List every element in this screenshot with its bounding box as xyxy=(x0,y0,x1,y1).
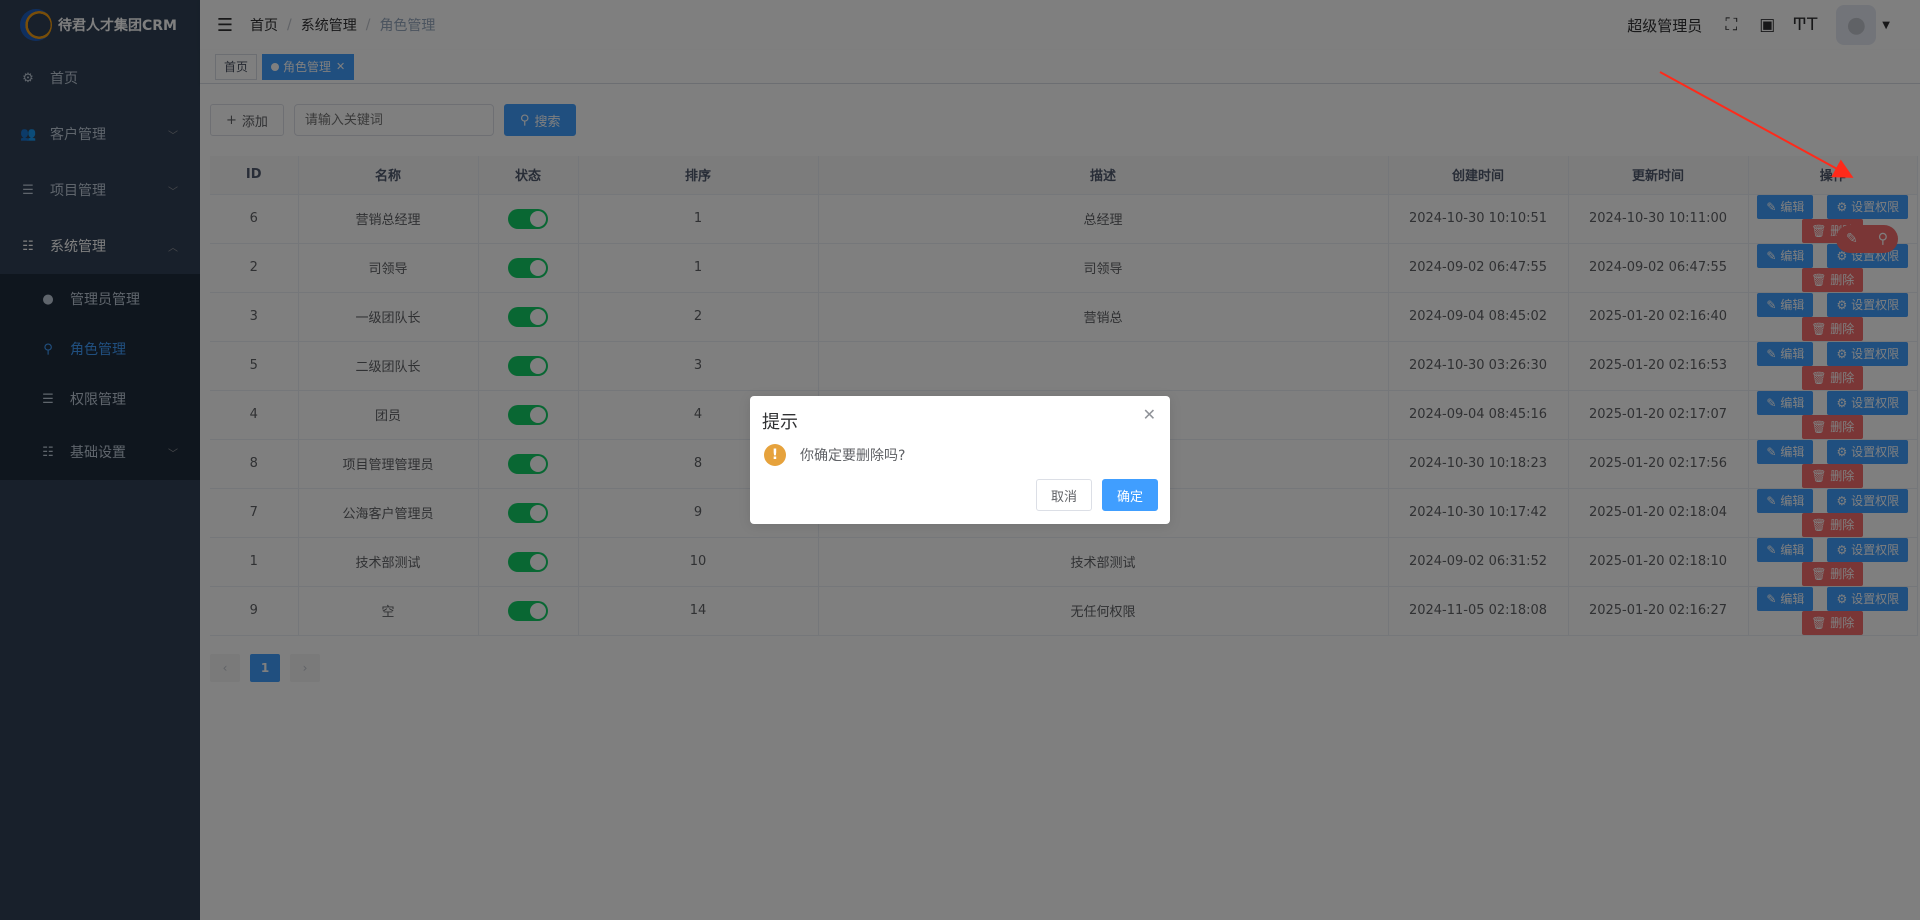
cancel-button[interactable]: 取消 xyxy=(1035,479,1092,511)
dialog-body: ! 你确定要删除吗? xyxy=(764,444,905,466)
dialog-footer: 取消 确定 xyxy=(1026,479,1158,511)
close-icon[interactable]: ✕ xyxy=(1143,405,1156,424)
warning-icon: ! xyxy=(764,444,786,466)
confirm-button[interactable]: 确定 xyxy=(1101,479,1158,511)
confirm-dialog: 提示 ✕ ! 你确定要删除吗? 取消 确定 xyxy=(750,396,1170,524)
dialog-title: 提示 xyxy=(762,412,798,433)
dialog-message: 你确定要删除吗? xyxy=(800,448,906,464)
